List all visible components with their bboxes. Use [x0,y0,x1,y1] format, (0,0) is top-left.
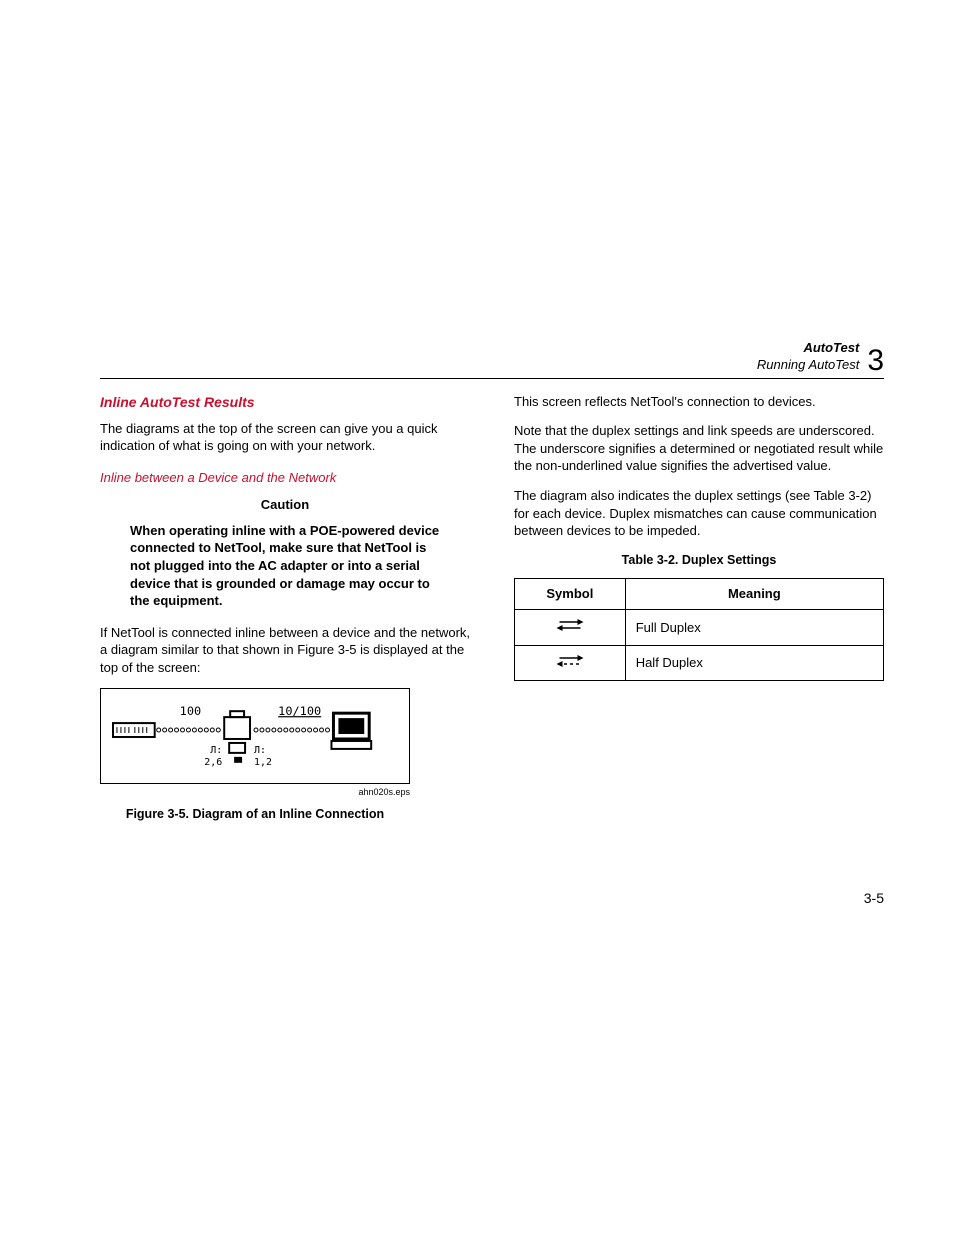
header-rule [100,378,884,379]
intro-paragraph: The diagrams at the top of the screen ca… [100,420,470,455]
page-number: 3-5 [864,890,884,906]
figure-left-speed: 100 [180,704,202,718]
inline-description: If NetTool is connected inline between a… [100,624,470,677]
table-row: Full Duplex [515,610,884,646]
chapter-subtitle: Running AutoTest [757,357,859,374]
right-p3: The diagram also indicates the duplex se… [514,487,884,540]
page-header: AutoTest Running AutoTest 3 [100,340,884,379]
table-caption: Table 3-2. Duplex Settings [514,552,884,569]
duplex-settings-table: Symbol Meaning Full Duplex [514,578,884,681]
chapter-title: AutoTest [757,340,859,357]
figure-right-speed: 10/100 [278,704,321,718]
right-p2: Note that the duplex settings and link s… [514,422,884,475]
figure-inline-connection: 100 Л: 2,6 Л: 1,2 [100,688,410,784]
caution-body: When operating inline with a POE-powered… [130,522,440,610]
left-column: Inline AutoTest Results The diagrams at … [100,393,470,823]
chapter-number: 3 [867,346,884,376]
figure-caption: Figure 3-5. Diagram of an Inline Connect… [100,806,410,823]
svg-text:2,6: 2,6 [204,757,222,768]
half-duplex-meaning: Half Duplex [625,645,883,681]
right-p1: This screen reflects NetTool's connectio… [514,393,884,411]
table-header-meaning: Meaning [625,579,883,610]
full-duplex-meaning: Full Duplex [625,610,883,646]
section-heading-inline-results: Inline AutoTest Results [100,393,470,412]
subsection-heading-inline-device: Inline between a Device and the Network [100,469,470,487]
inline-connection-diagram-icon: 100 Л: 2,6 Л: 1,2 [111,699,399,773]
figure-eps-label: ahn020s.eps [100,786,410,798]
right-column: This screen reflects NetTool's connectio… [514,393,884,823]
svg-text:Л:: Л: [254,745,266,756]
caution-label: Caution [100,496,470,514]
table-header-symbol: Symbol [515,579,626,610]
svg-text:Л:: Л: [210,745,222,756]
full-duplex-icon [555,616,585,634]
half-duplex-symbol-cell [515,645,626,681]
svg-text:1,2: 1,2 [254,757,272,768]
table-row: Symbol Meaning [515,579,884,610]
table-row: Half Duplex [515,645,884,681]
full-duplex-symbol-cell [515,610,626,646]
half-duplex-icon [555,652,585,670]
